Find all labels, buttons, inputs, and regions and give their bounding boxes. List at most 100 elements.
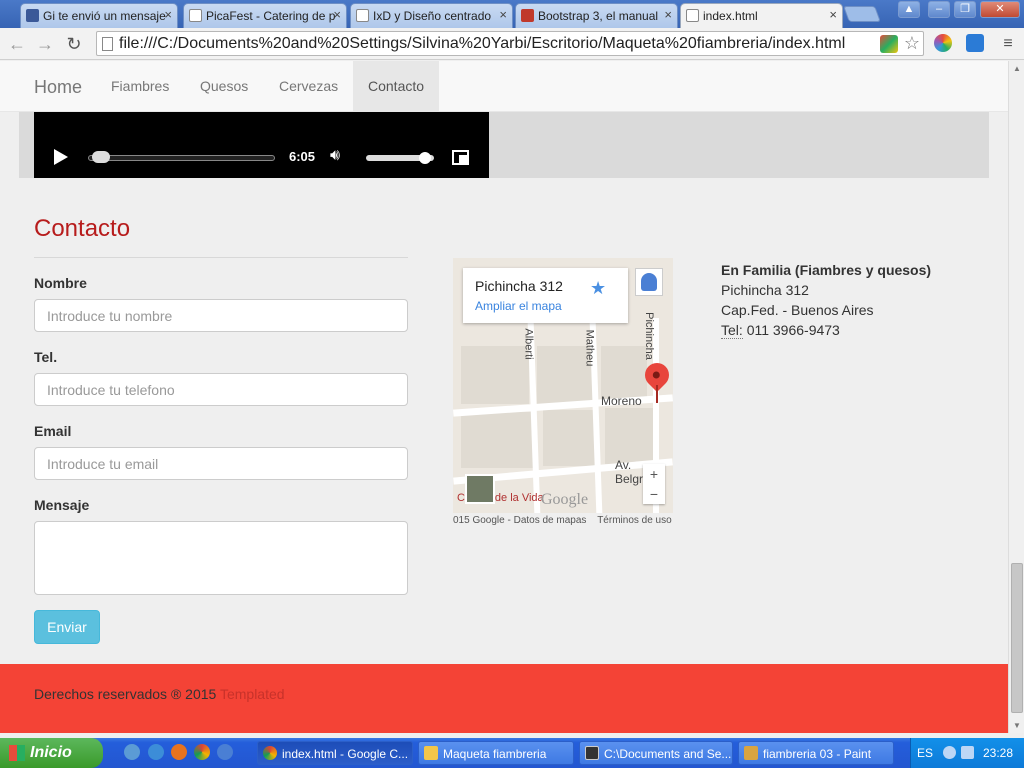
video-player[interactable]	[34, 112, 489, 178]
media-player-icon[interactable]	[217, 744, 233, 760]
back-icon[interactable]: ←	[5, 32, 29, 56]
tab-picafest[interactable]: PicaFest - Catering de p ×	[183, 3, 347, 28]
scroll-up-icon[interactable]: ▲	[1013, 64, 1021, 73]
tab-facebook[interactable]: Gi te envió un mensaje ×	[20, 3, 178, 28]
start-label: Inicio	[30, 744, 72, 761]
taskbar-window-cmd[interactable]: C:\Documents and Se...	[579, 741, 733, 765]
map-block	[461, 346, 529, 404]
scroll-thumb[interactable]	[1011, 563, 1023, 713]
google-logo: Google	[541, 491, 589, 508]
video-time: 6:05	[289, 149, 316, 164]
tab-label: index.html	[703, 9, 758, 23]
tab-index[interactable]: index.html ×	[680, 3, 843, 28]
satellite-toggle[interactable]	[465, 474, 495, 504]
name-input[interactable]	[34, 299, 408, 332]
page-icon	[686, 9, 699, 22]
map-info-card: Pichincha 312 Ampliar el mapa ★	[463, 268, 628, 323]
map-block	[461, 412, 535, 468]
footer-text: Derechos reservados ® 2015 Templated	[34, 686, 285, 702]
folder-icon	[424, 746, 438, 760]
minimize-button[interactable]: –	[928, 1, 950, 18]
map-embed[interactable]: Alberti Matheu Pichincha Moreno Av. Belg…	[453, 258, 673, 513]
map-footer: 015 Google - Datos de mapas Términos de …	[453, 515, 672, 526]
windows-logo-icon	[9, 745, 25, 761]
browser-toolbar: ← → ↻ file:///C:/Documents%20and%20Setti…	[0, 28, 1024, 60]
volume-icon[interactable]: 🔊︎	[330, 147, 340, 165]
send-button[interactable]: Enviar	[34, 610, 100, 644]
seek-bar[interactable]	[88, 155, 275, 161]
language-indicator[interactable]: ES	[917, 746, 933, 760]
user-icon[interactable]: ▲	[898, 1, 920, 18]
zoom-in-button[interactable]: +	[643, 464, 665, 484]
tab-label: PicaFest - Catering de p	[206, 9, 336, 23]
new-tab-button[interactable]	[843, 6, 881, 22]
play-icon[interactable]	[54, 149, 68, 165]
scroll-down-icon[interactable]: ▼	[1013, 721, 1021, 730]
nav-link-fiambres[interactable]: Fiambres	[96, 61, 184, 112]
console-icon	[585, 746, 599, 760]
window-label: index.html - Google C...	[282, 747, 409, 761]
tray-expand-icon[interactable]	[943, 746, 956, 759]
phone-number: 011 3966-9473	[746, 322, 840, 338]
restore-button[interactable]: ❐	[954, 1, 976, 18]
star-icon[interactable]: ★	[590, 278, 606, 299]
skype-icon[interactable]	[966, 34, 984, 52]
map-zoom-control: + −	[643, 464, 665, 504]
email-input[interactable]	[34, 447, 408, 480]
contact-title: Contacto	[34, 215, 131, 242]
business-name: En Familia (Fiambres y quesos)	[721, 262, 932, 278]
message-label: Mensaje	[34, 497, 90, 513]
map-block	[605, 408, 653, 464]
reload-icon[interactable]: ↻	[62, 32, 86, 56]
close-icon[interactable]: ×	[829, 7, 837, 22]
windows-taskbar: Inicio index.html - Google C... Maqueta …	[0, 738, 1024, 768]
divider	[34, 257, 408, 258]
close-icon[interactable]: ×	[164, 7, 172, 22]
network-icon[interactable]	[961, 746, 974, 759]
phone-label: Tel:	[721, 322, 743, 339]
message-textarea[interactable]	[34, 521, 408, 595]
taskbar-window-chrome[interactable]: index.html - Google C...	[257, 741, 413, 765]
chrome-icon[interactable]	[194, 744, 210, 760]
business-city: Cap.Fed. - Buenos Aires	[721, 302, 874, 318]
paint-icon	[744, 746, 758, 760]
menu-icon[interactable]: ≡	[996, 32, 1020, 56]
zoom-out-button[interactable]: −	[643, 484, 665, 504]
tab-ixd[interactable]: IxD y Diseño centrado ×	[350, 3, 513, 28]
templated-link[interactable]: Templated	[220, 686, 285, 702]
site-footer: Derechos reservados ® 2015 Templated	[0, 664, 1008, 733]
map-enlarge-link[interactable]: Ampliar el mapa	[475, 299, 562, 313]
nav-link-cervezas[interactable]: Cervezas	[264, 61, 353, 112]
close-icon[interactable]: ×	[499, 7, 507, 22]
window-close-button[interactable]: ✕	[980, 1, 1020, 18]
close-icon[interactable]: ×	[664, 7, 672, 22]
start-button[interactable]: Inicio	[0, 738, 103, 768]
tel-input[interactable]	[34, 373, 408, 406]
nav-brand-home[interactable]: Home	[34, 77, 82, 98]
fullscreen-icon[interactable]	[452, 150, 469, 165]
page-icon	[102, 37, 113, 51]
tab-bootstrap[interactable]: Bootstrap 3, el manual ×	[515, 3, 678, 28]
business-phone: Tel: 011 3966-9473	[721, 320, 931, 340]
forward-icon[interactable]: →	[33, 32, 57, 56]
seek-thumb[interactable]	[92, 151, 111, 163]
map-address: Pichincha 312	[475, 278, 563, 294]
address-bar[interactable]: file:///C:/Documents%20and%20Settings/Si…	[96, 31, 924, 56]
street-view-icon[interactable]	[635, 268, 663, 296]
color-picker-icon[interactable]	[934, 34, 952, 52]
page-scrollbar[interactable]: ▲ ▼	[1008, 61, 1024, 733]
copyright-text: Derechos reservados ® 2015	[34, 686, 217, 702]
nav-link-contacto[interactable]: Contacto	[353, 61, 440, 112]
extension-icon[interactable]	[880, 35, 898, 53]
firefox-icon[interactable]	[171, 744, 187, 760]
taskbar-window-paint[interactable]: fiambreria 03 - Paint	[738, 741, 894, 765]
bookmark-star-icon[interactable]: ☆	[900, 31, 924, 55]
ie-icon[interactable]	[148, 744, 164, 760]
close-icon[interactable]: ×	[333, 7, 341, 22]
business-street: Pichincha 312	[721, 282, 809, 298]
window-label: fiambreria 03 - Paint	[763, 747, 872, 761]
desktop-icon[interactable]	[124, 744, 140, 760]
taskbar-window-folder[interactable]: Maqueta fiambreria	[418, 741, 574, 765]
map-terms-link[interactable]: Términos de uso	[597, 515, 671, 526]
nav-link-quesos[interactable]: Quesos	[185, 61, 263, 112]
